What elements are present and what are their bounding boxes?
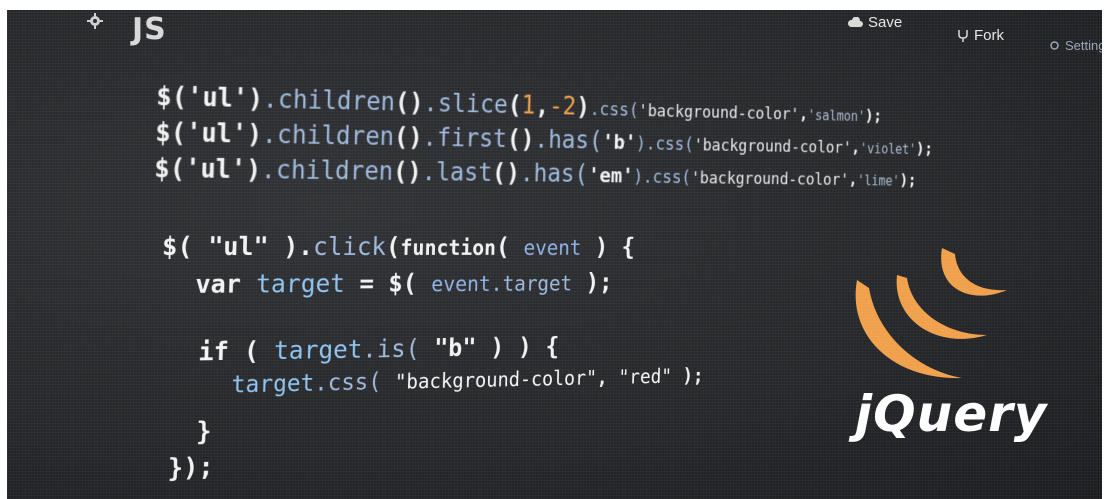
save-label: Save xyxy=(868,14,902,31)
cloud-icon xyxy=(847,17,863,28)
code-line-8: } xyxy=(196,417,212,447)
settings-button[interactable]: Setting xyxy=(1049,38,1102,53)
panel-title: JS xyxy=(132,12,167,47)
code-line-5: var target = $( event.target ); xyxy=(195,269,613,300)
screenshot: JS Save Fork Setting $('ul').children().… xyxy=(0,0,1105,499)
code-line-6: if ( target.is( "b" ) ) { xyxy=(198,333,560,368)
code-line-7: target.css( "background-color", "red" ); xyxy=(231,362,704,399)
save-button[interactable]: Save xyxy=(847,14,902,31)
code-line-4: $( "ul" ).click(function( event ) { xyxy=(162,232,636,262)
settings-gear-icon xyxy=(1049,40,1060,51)
fork-label: Fork xyxy=(974,27,1004,44)
fork-button[interactable]: Fork xyxy=(957,27,1004,44)
code-editor: JS Save Fork Setting $('ul').children().… xyxy=(7,10,1102,499)
jquery-logo-text: jQuery xyxy=(855,385,1047,443)
settings-label: Setting xyxy=(1065,38,1102,53)
code-line-9: }); xyxy=(167,452,214,483)
code-line-3: $('ul').children().last().has('em').css(… xyxy=(154,154,917,192)
gear-icon[interactable] xyxy=(87,13,103,29)
fork-icon xyxy=(957,29,969,43)
